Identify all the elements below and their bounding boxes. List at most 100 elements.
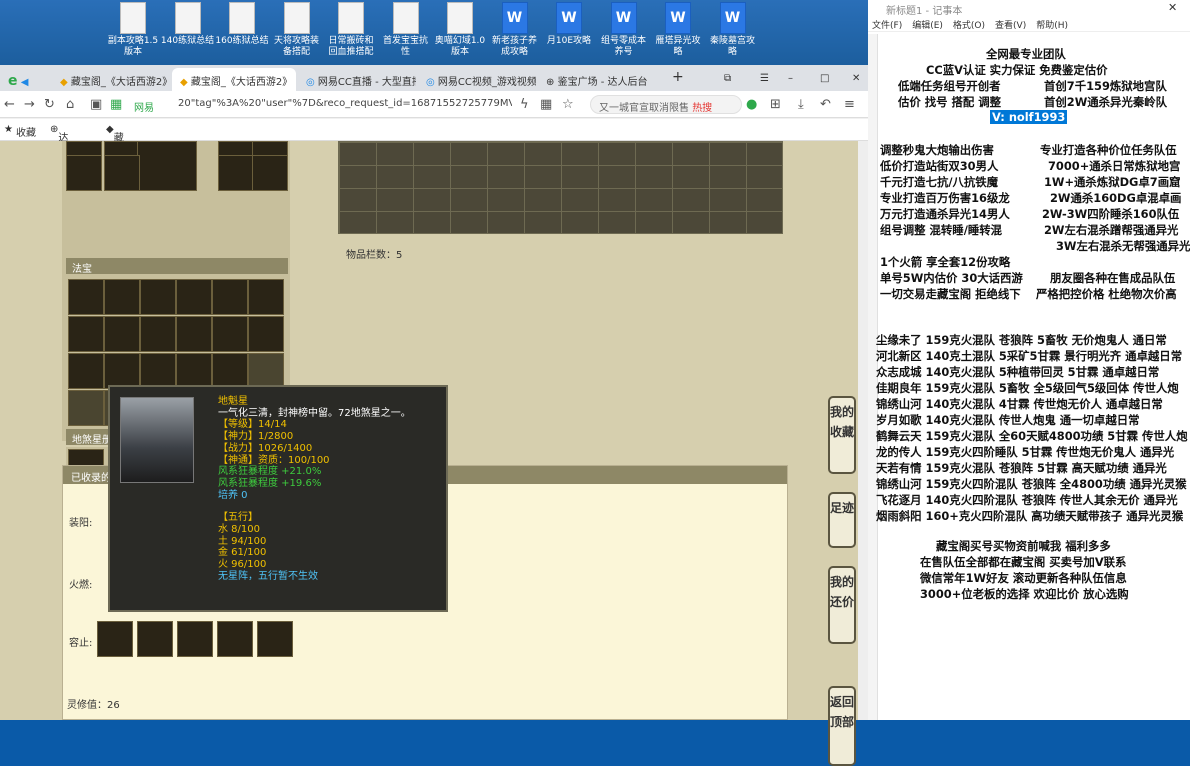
item-slot[interactable] [218,155,254,191]
collected-item[interactable] [97,621,133,657]
minimize-icon[interactable]: – [780,68,800,91]
desktop-icon-label: 奥喵幻域1.0 [434,36,486,46]
tooltip-stats: 【等级】14/14 【神力】1/2800 【战力】1026/1400 【神通】资质：1… [218,419,446,501]
cbg-icon: ◆ [60,77,68,88]
inventory-grid[interactable] [338,141,783,234]
fabao-slot-empty[interactable] [68,390,104,426]
fabao-slot[interactable] [176,316,212,352]
fabao-slot[interactable] [68,316,104,352]
fabao-slot[interactable] [140,279,176,315]
fabao-slot[interactable] [104,279,140,315]
fabao-slot[interactable] [248,316,284,352]
notepad-line: 首创2W通杀异光秦岭队 [1044,95,1168,109]
row-label: 容止: [69,638,93,649]
footprint-button[interactable]: 足迹 [828,492,856,548]
fabao-slot[interactable] [104,316,140,352]
bookmark-favorites[interactable]: 收藏 [16,124,36,139]
refresh-icon[interactable]: ↻ [44,97,55,112]
desktop-icon[interactable]: 首发宝宝抗性 [378,2,434,58]
my-collection-button[interactable]: 我的收藏 [828,396,856,474]
wallet-icon[interactable]: ▣ [90,97,102,112]
fabao-slot[interactable] [68,279,104,315]
desktop-icon[interactable]: 140练狱总结 [160,2,216,47]
back-icon[interactable]: ← [4,97,15,112]
notepad-line: 万元打造通杀异光14男人 [880,207,1010,221]
search-input[interactable]: 又一城官宣取消限售 热搜 [590,95,742,114]
download-icon[interactable]: ⤓ [798,97,804,112]
wuxing-value: 金 61/100 [218,547,267,559]
tab-cc-video[interactable]: ◎ 网易CC视频_游戏视频 [418,68,536,91]
notepad-line: 首创7千159炼狱地宫队 [1044,79,1167,93]
bookmark-daren[interactable]: ⊕ 达人后台 [50,124,68,189]
tab-list-icon[interactable]: ⧉ [716,68,736,91]
desktop-icon[interactable]: 奥喵幻域1.0 版本 [432,2,488,58]
forward-icon[interactable]: → [24,97,35,112]
desktop-icon[interactable]: 副本攻略1.5 版本 [105,2,161,58]
undo-icon[interactable]: ↶ [820,97,831,112]
home-icon[interactable]: ⌂ [66,97,74,112]
item-slot-large[interactable] [137,141,197,191]
tab-cbg-1[interactable]: ◆ 藏宝阁_《大话西游2》 [52,68,170,91]
collected-item[interactable] [137,621,173,657]
menu-icon[interactable]: ☰ [752,68,772,91]
notepad-line: 在售队伍全部都在藏宝阁 买卖号加V联系 [920,555,1127,569]
notepad-line: 天若有情 159克火混队 苍狼阵 5甘霖 高天赋功绩 通异光 [876,461,1167,475]
bookmark-cbg[interactable]: ◆ 藏宝阁 [106,124,124,174]
browser-logo-icon[interactable]: e ◀ [0,68,50,91]
notepad-line: 严格把控价格 杜绝物次价高 [1036,287,1177,301]
close-icon[interactable]: ✕ [844,68,864,91]
tab-cc-live[interactable]: ◎ 网易CC直播 - 大型直播 [298,68,416,91]
desktop-icon[interactable]: W 新老孩子养 成攻略 [487,2,543,58]
grid-menu-icon[interactable]: ⊞ [770,97,781,112]
fabao-slot-empty[interactable] [248,353,284,389]
desktop-icon[interactable]: W 组号零成本 养号 [596,2,652,58]
wuxing-value: 火 96/100 [218,559,267,571]
item-slot[interactable] [104,155,140,191]
fabao-slot[interactable] [68,353,104,389]
item-slot[interactable] [252,155,288,191]
more-icon[interactable]: ≡ [844,97,855,112]
fabao-slot[interactable] [212,316,248,352]
desktop-icon[interactable]: W 月10E攻略 [541,2,597,47]
notepad-menu-item[interactable]: 格式(O) [953,21,985,31]
notepad-menu-item[interactable]: 编辑(E) [912,21,943,31]
address-bar[interactable]: 20"tag"%3A%20"user"%7D&reco_request_id=1… [172,95,512,114]
fabao-slot[interactable] [212,279,248,315]
desktop-icon[interactable]: W 雁塔异光攻略 [650,2,706,58]
fabao-slot[interactable] [140,353,176,389]
fabao-slot[interactable] [140,316,176,352]
desktop-icon-label: 140练狱总结 [160,36,215,46]
fabao-slot[interactable] [248,279,284,315]
page-scrollbar[interactable] [858,141,868,720]
lightning-icon[interactable]: ϟ [520,97,529,112]
collected-item[interactable] [257,621,293,657]
fabao-slot[interactable] [176,279,212,315]
fabao-slot[interactable] [212,353,248,389]
notepad-menu-item[interactable]: 帮助(H) [1036,21,1068,31]
collected-item[interactable] [217,621,253,657]
new-tab-button[interactable]: + [664,68,688,91]
desktop-icon[interactable]: W 秦陵墓宫攻略 [705,2,761,58]
notepad-close-icon[interactable]: ✕ [1168,1,1177,14]
grid-icon[interactable]: ▦ [540,97,552,112]
hot-label: 热搜 [692,103,713,114]
item-count: 物品栏数：5 [346,250,403,261]
fabao-slot[interactable] [176,353,212,389]
desktop-icon[interactable]: 160练狱总结 [214,2,270,47]
collected-item[interactable] [177,621,213,657]
my-offer-button[interactable]: 我的还价 [828,566,856,644]
back-to-top-button[interactable]: 返回顶部 [828,686,856,766]
extension-icon[interactable]: ● [746,97,757,112]
desktop-icon[interactable]: 天将攻略装 备搭配 [269,2,325,58]
tab-jianbao[interactable]: ⊕ 鉴宝广场 - 达人后台 [538,68,656,91]
notepad-line: CC蓝V认证 实力保证 免费鉴定估价 [926,63,1108,77]
notepad-line: 藏宝阁买号买物资前喊我 福利多多 [936,539,1111,553]
tab-cbg-2[interactable]: ◆ 藏宝阁_《大话西游2》 [172,68,296,91]
bookmark-star-icon[interactable]: ☆ [562,97,574,112]
notepad-menu-item[interactable]: 文件(F) [872,21,902,31]
desktop-icon[interactable]: 日常搬砖和 回血推搭配 [323,2,379,58]
fabao-slot[interactable] [104,353,140,389]
item-slot[interactable] [66,155,102,191]
maximize-icon[interactable]: □ [812,68,832,91]
notepad-menu-item[interactable]: 查看(V) [995,21,1026,31]
